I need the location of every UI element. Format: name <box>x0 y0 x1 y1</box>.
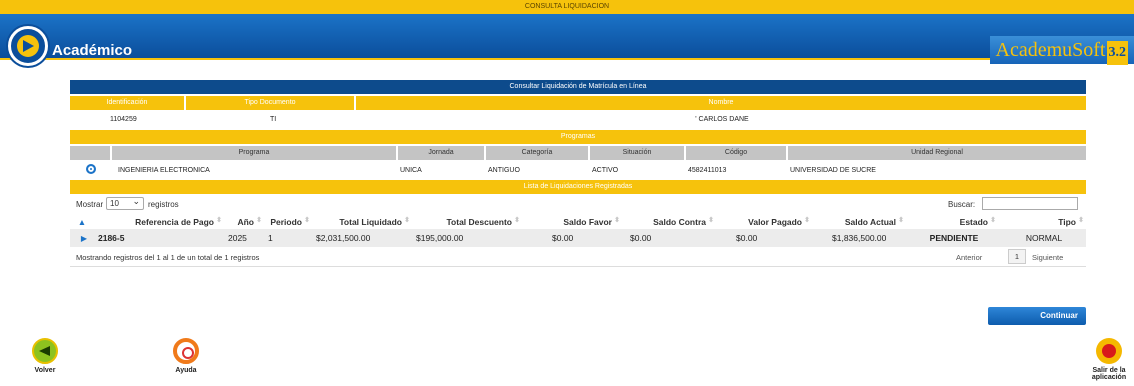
student-name: ' CARLOS DANE <box>695 115 749 123</box>
header-categoria: Categoría <box>486 146 590 160</box>
header-program: Programa <box>112 146 398 160</box>
cell-paid: $0.00 <box>716 229 812 247</box>
program-codigo: 4582411013 <box>688 166 727 174</box>
header-situacion: Situación <box>590 146 686 160</box>
column-header[interactable]: Valor Pagado ⬍ <box>716 214 812 229</box>
programs-title: Programas <box>70 130 1086 144</box>
app-logo-icon <box>8 26 48 66</box>
header-unidad: Unidad Regional <box>788 146 1086 160</box>
cell-discount: $195,000.00 <box>412 229 522 247</box>
liquidations-title: Lista de Liquidaciones Registradas <box>70 180 1086 194</box>
app-title: Académico <box>52 42 133 59</box>
cell-year: 2025 <box>224 229 264 247</box>
table-footer: Mostrando registros del 1 al 1 de un tot… <box>70 247 1086 267</box>
top-banner: CONSULTA LIQUIDACION <box>0 0 1134 14</box>
cell-estado: PENDIENTE <box>906 229 998 247</box>
column-header[interactable]: Total Liquidado ⬍ <box>312 214 412 229</box>
program-categoria: ANTIGUO <box>488 166 520 174</box>
column-header[interactable]: Estado ⬍ <box>906 214 998 229</box>
back-button[interactable]: Volver <box>30 338 60 374</box>
table-row[interactable]: ▶ 2186-5 2025 1 $2,031,500.00 $195,000.0… <box>70 229 1086 247</box>
liquidations-table: ▲ Referencia de Pago ⬍ Año ⬍ Periodo ⬍ Tota… <box>70 214 1086 247</box>
program-row: INGENIERIA ELECTRONICA UNICA ANTIGUO ACT… <box>70 160 1086 180</box>
table-header-row: ▲ Referencia de Pago ⬍ Año ⬍ Periodo ⬍ Tota… <box>70 214 1086 229</box>
cell-period: 1 <box>264 229 312 247</box>
cell-current: $1,836,500.00 <box>812 229 906 247</box>
header-name: Nombre <box>356 96 1086 110</box>
program-situacion: ACTIVO <box>592 166 619 174</box>
panel-title: Consultar Liquidación de Matrícula en Lí… <box>70 80 1086 94</box>
cell-favor: $0.00 <box>522 229 622 247</box>
header-identification: Identificación <box>70 96 186 110</box>
brand-version: 3.2 <box>1106 41 1128 65</box>
student-header-row: Identificación Tipo Documento Nombre <box>70 96 1086 110</box>
cell-ref: 2186-5 <box>94 229 224 247</box>
back-label: Volver <box>34 367 56 374</box>
pagination-page[interactable]: 1 <box>1008 249 1026 264</box>
column-header[interactable]: Saldo Actual ⬍ <box>812 214 906 229</box>
pagination-previous[interactable]: Anterior <box>956 253 982 262</box>
help-button[interactable]: Ayuda <box>168 338 204 374</box>
column-header[interactable]: Total Descuento ⬍ <box>412 214 522 229</box>
records-info: Mostrando registros del 1 al 1 de un tot… <box>76 253 260 262</box>
pagination-next[interactable]: Siguiente <box>1032 253 1063 262</box>
student-row: 1104259 TI ' CARLOS DANE <box>70 110 1086 128</box>
sort-asc-icon: ▲ <box>77 216 87 227</box>
help-label: Ayuda <box>175 367 197 374</box>
show-label: Mostrar <box>76 200 104 209</box>
brand-name: AcademuSoft <box>995 39 1106 61</box>
page-size-value: 10 <box>110 199 119 208</box>
column-header[interactable]: Referencia de Pago ⬍ <box>94 214 224 229</box>
exit-button[interactable]: Salir de la aplicación <box>1086 338 1132 381</box>
student-doc-type: TI <box>270 115 277 123</box>
records-label: registros <box>148 200 179 209</box>
program-header-row: Programa Jornada Categoría Situación Cód… <box>70 146 1086 160</box>
program-jornada: UNICA <box>400 166 422 174</box>
app-header: Académico AcademuSoft 3.2 <box>0 14 1134 66</box>
column-header[interactable]: Saldo Contra ⬍ <box>622 214 716 229</box>
cell-tipo: NORMAL <box>998 229 1086 247</box>
column-header[interactable]: Saldo Favor ⬍ <box>522 214 622 229</box>
expand-column-header[interactable]: ▲ <box>70 214 94 229</box>
brand-logo: AcademuSoft 3.2 <box>989 36 1134 65</box>
arrow-left-icon <box>32 338 58 364</box>
continue-button[interactable]: Continuar <box>988 307 1086 325</box>
column-header[interactable]: Periodo ⬍ <box>264 214 312 229</box>
header-doc-type: Tipo Documento <box>186 96 356 110</box>
header-jornada: Jornada <box>398 146 486 160</box>
column-header[interactable]: Año ⬍ <box>224 214 264 229</box>
program-unidad: UNIVERSIDAD DE SUCRE <box>790 166 876 174</box>
exit-label: Salir de la aplicación <box>1091 367 1127 381</box>
search-label: Buscar: <box>948 200 976 209</box>
program-name: INGENIERIA ELECTRONICA <box>118 166 210 174</box>
lifebuoy-icon <box>173 338 199 364</box>
table-controls: Mostrar 10 registros Buscar: <box>70 194 1086 214</box>
cell-contra: $0.00 <box>622 229 716 247</box>
expand-row-icon[interactable]: ▶ <box>81 234 87 243</box>
search-input[interactable] <box>982 197 1078 210</box>
banner-title: CONSULTA LIQUIDACION <box>524 3 610 10</box>
column-header[interactable]: Tipo ⬍ <box>998 214 1086 229</box>
page-size-select[interactable]: 10 <box>106 196 144 210</box>
header-codigo: Código <box>686 146 788 160</box>
power-icon <box>1096 338 1122 364</box>
program-radio[interactable] <box>86 164 96 174</box>
cell-total: $2,031,500.00 <box>312 229 412 247</box>
liquidation-panel: Consultar Liquidación de Matrícula en Lí… <box>70 80 1086 267</box>
student-id: 1104259 <box>110 115 137 123</box>
